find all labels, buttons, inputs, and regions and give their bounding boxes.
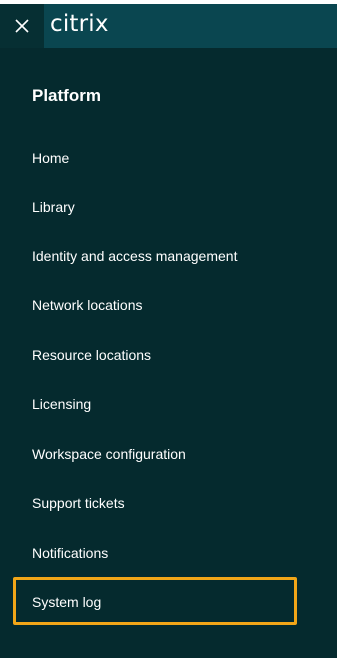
navigation-drawer: citrix Platform Home Library Identity an… [0, 0, 340, 658]
menu-item-resource-locations[interactable]: Resource locations [32, 347, 151, 363]
menu-item-network-locations[interactable]: Network locations [32, 297, 143, 313]
menu-item-notifications[interactable]: Notifications [32, 545, 108, 561]
platform-menu: Platform Home Library Identity and acces… [0, 48, 337, 658]
menu-item-home[interactable]: Home [32, 150, 69, 166]
menu-item-support-tickets[interactable]: Support tickets [32, 495, 125, 511]
brand-name: citrix [50, 11, 109, 37]
section-title: Platform [32, 86, 101, 105]
menu-item-system-log[interactable]: System log [32, 594, 101, 610]
menu-item-workspace-configuration[interactable]: Workspace configuration [32, 446, 186, 462]
menu-item-identity-access[interactable]: Identity and access management [32, 248, 237, 264]
drawer-header: citrix [0, 4, 337, 48]
close-icon [15, 19, 29, 33]
menu-item-library[interactable]: Library [32, 199, 75, 215]
menu-item-licensing[interactable]: Licensing [32, 396, 91, 412]
citrix-logo: citrix [50, 12, 109, 36]
close-button[interactable] [0, 4, 44, 48]
